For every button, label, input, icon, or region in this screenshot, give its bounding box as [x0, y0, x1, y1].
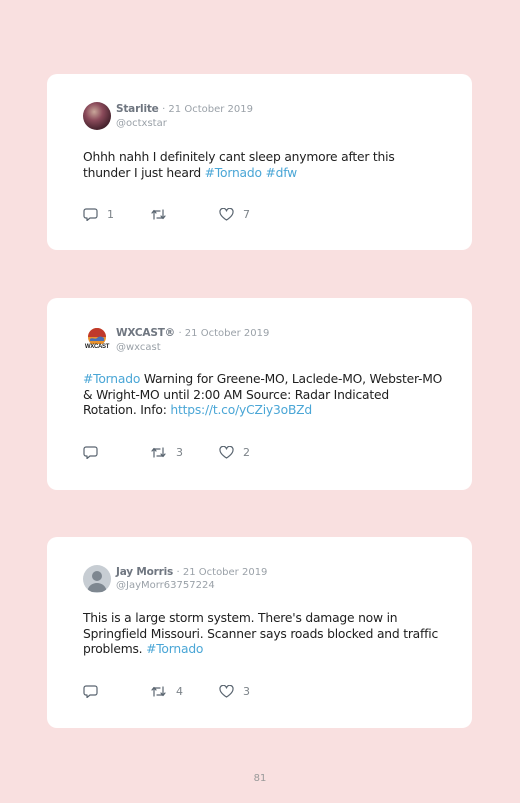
reply-icon	[83, 684, 98, 698]
like-action[interactable]: 2	[219, 445, 250, 459]
retweet-action[interactable]: 3	[150, 445, 183, 459]
heart-icon	[219, 445, 234, 459]
heart-icon	[219, 207, 234, 221]
tweet-date: · 21 October 2019	[176, 567, 268, 578]
text-segment: This is a large storm system. There's da…	[83, 611, 439, 656]
retweet-icon	[150, 208, 167, 221]
avatar[interactable]: WXCAST	[83, 326, 111, 354]
author-handle[interactable]: @octxstar	[116, 118, 167, 129]
author-handle[interactable]: @JayMorr63757224	[116, 580, 215, 591]
author-handle[interactable]: @wxcast	[116, 342, 161, 353]
page-number: 81	[253, 773, 267, 784]
retweet-icon	[150, 685, 167, 698]
tweet-card: WXCAST WXCAST® · 21 October 2019 @wxcast…	[47, 298, 472, 490]
reply-action[interactable]	[83, 445, 107, 459]
author-name[interactable]: WXCAST®	[116, 327, 175, 339]
tweet-date: · 21 October 2019	[162, 104, 253, 115]
tweet-text: #Tornado Warning for Greene-MO, Laclede-…	[83, 372, 445, 419]
reply-icon	[83, 445, 98, 459]
tweet-author: Jay Morris · 21 October 2019	[116, 566, 267, 578]
tweet-text: This is a large storm system. There's da…	[83, 611, 445, 658]
reply-count: 1	[107, 207, 114, 221]
retweet-icon	[150, 446, 167, 459]
like-count: 2	[243, 445, 250, 459]
url-link[interactable]: https://t.co/yCZiy3oBZd	[170, 403, 312, 417]
avatar-text: WXCAST	[84, 344, 110, 350]
heart-icon	[219, 684, 234, 698]
retweet-count: 4	[176, 684, 183, 698]
retweet-count: 3	[176, 445, 183, 459]
like-count: 3	[243, 684, 250, 698]
hashtag-link[interactable]: #Tornado	[205, 166, 262, 180]
like-count: 7	[243, 207, 250, 221]
avatar[interactable]	[83, 565, 111, 593]
tweet-card: Starlite · 21 October 2019 @octxstar Ohh…	[47, 74, 472, 250]
retweet-action[interactable]: 4	[150, 684, 183, 698]
tweet-author: WXCAST® · 21 October 2019	[116, 327, 269, 339]
reply-action[interactable]: 1	[83, 207, 114, 221]
author-name[interactable]: Starlite	[116, 103, 159, 115]
reply-icon	[83, 207, 98, 221]
tweet-author: Starlite · 21 October 2019	[116, 103, 253, 115]
retweet-action[interactable]	[150, 207, 176, 221]
hashtag-link[interactable]: #dfw	[266, 166, 298, 180]
tweet-text: Ohhh nahh I definitely cant sleep anymor…	[83, 150, 445, 181]
user-silhouette-icon	[87, 571, 107, 592]
tweet-date: · 21 October 2019	[178, 328, 270, 339]
hashtag-link[interactable]: #Tornado	[83, 372, 140, 386]
hashtag-link[interactable]: #Tornado	[146, 642, 203, 656]
like-action[interactable]: 7	[219, 207, 250, 221]
avatar[interactable]	[83, 102, 111, 130]
like-action[interactable]: 3	[219, 684, 250, 698]
tweet-card: Jay Morris · 21 October 2019 @JayMorr637…	[47, 537, 472, 728]
author-name[interactable]: Jay Morris	[116, 566, 173, 578]
reply-action[interactable]	[83, 684, 107, 698]
